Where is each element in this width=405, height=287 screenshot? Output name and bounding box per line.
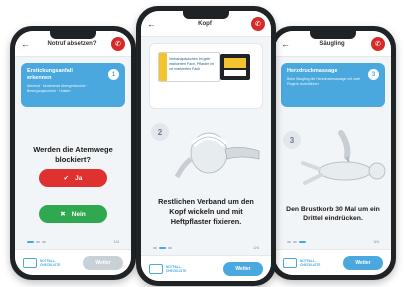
first-aid-kit-icon [220,54,250,80]
kit-legend-text: Verbandpäckchen im gelb markierten Fach,… [169,57,214,71]
bottom-bar: NOTFALL-CHECKLISTE Weiter [15,249,131,275]
instruction-text: Restlichen Verband um den Kopf wickeln u… [158,197,254,226]
info-card: Herzdruckmassage Beim Säugling die Herzd… [281,63,385,107]
phone-call-icon[interactable]: ✆ [371,36,385,51]
pagination-dot [168,247,172,249]
step-number: 3 [368,69,379,80]
yes-button[interactable]: ✔ Ja [39,169,107,187]
phone-call-icon[interactable]: ✆ [251,16,265,31]
page-indicator: 2/4 [253,245,259,250]
pagination-dot [287,241,291,243]
no-button[interactable]: ✖ Nein [39,205,107,223]
checklist-link[interactable]: NOTFALL-CHECKLISTE [23,257,64,268]
info-card-heading: Erstickungsanfall erkennen [27,68,73,81]
info-card: Erstickungsanfall erkennen Atemnot · keu… [21,63,125,107]
first-aid-kit-card: Verbandpäckchen im gelb markierten Fach,… [149,43,263,109]
info-card-heading: Herzdruckmassage [287,68,338,74]
screen-left: ← Notruf absetzen? ✆ Erstickungsanfall e… [15,31,131,275]
top-bar: ← Kopf ✆ [141,11,271,37]
pagination-dot [36,241,40,243]
back-arrow-icon[interactable]: ← [21,39,33,49]
infant-cpr-illustration [301,130,386,185]
screen-right: ← Säugling ✆ Herzdruckmassage Beim Säugl… [275,31,391,275]
back-arrow-icon[interactable]: ← [147,19,159,29]
pagination-dot [293,241,297,243]
yellow-marker [159,53,167,81]
pagination-dot [42,241,46,243]
question-text: Werden die Atemwege blockiert? [33,145,113,164]
phone-notch [50,31,96,39]
ambulance-icon [23,257,37,268]
pagination-dot [299,241,306,243]
page-indicator: 1/4 [113,239,119,244]
pagination-dots [153,247,172,249]
info-card-text: Beim Säugling die Herzdruckmassage mit z… [287,77,360,86]
pagination-dot [159,247,166,249]
head-bandage-illustration [174,132,260,179]
ambulance-icon [149,263,163,274]
check-icon: ✔ [63,175,70,182]
bottom-bar: NOTFALL-CHECKLISTE Weiter [275,249,391,275]
checklist-link[interactable]: NOTFALL-CHECKLISTE [149,263,190,274]
pagination-dot [27,241,34,243]
phone-call-icon[interactable]: ✆ [111,36,125,51]
screen-title: Kopf [198,20,212,27]
next-button[interactable]: Weiter [223,261,263,276]
kit-legend: Verbandpäckchen im gelb markierten Fach,… [158,52,220,82]
phone-left: ← Notruf absetzen? ✆ Erstickungsanfall e… [10,26,136,280]
back-arrow-icon[interactable]: ← [281,39,293,49]
pagination-dots [287,241,306,243]
top-bar: ← Notruf absetzen? ✆ [15,31,131,57]
step-number: 2 [151,123,169,141]
step-number: 1 [108,69,119,80]
phone-notch [183,11,229,19]
checklist-label: NOTFALL-CHECKLISTE [300,258,321,267]
next-button[interactable]: Weiter [83,255,123,270]
instruction-text: Den Brustkorb 30 Mal um ein Drittel eind… [286,206,380,222]
screen-center: ← Kopf ✆ Verbandpäckchen im gelb markier… [141,11,271,281]
cross-icon: ✖ [60,211,66,218]
screen-title: Notruf absetzen? [47,40,97,47]
yes-label: Ja [75,174,83,182]
checklist-label: NOTFALL-CHECKLISTE [40,258,61,267]
top-bar: ← Säugling ✆ [275,31,391,57]
checklist-label: NOTFALL-CHECKLISTE [166,264,187,273]
next-button[interactable]: Weiter [343,255,383,270]
app-showcase: ← Notruf absetzen? ✆ Erstickungsanfall e… [0,0,405,287]
no-label: Nein [71,210,86,218]
pagination-dots [27,241,46,243]
phone-notch [310,31,356,39]
page-indicator: 3/4 [373,239,379,244]
info-card-text: Atemnot · keuchende Atemgeräusche · Bewe… [27,84,88,93]
bottom-bar: NOTFALL-CHECKLISTE Weiter [141,255,271,281]
pagination-dot [153,247,157,249]
ambulance-icon [283,257,297,268]
checklist-link[interactable]: NOTFALL-CHECKLISTE [283,257,324,268]
phone-center: ← Kopf ✆ Verbandpäckchen im gelb markier… [136,6,276,286]
screen-title: Säugling [319,40,345,47]
phone-right: ← Säugling ✆ Herzdruckmassage Beim Säugl… [270,26,396,280]
